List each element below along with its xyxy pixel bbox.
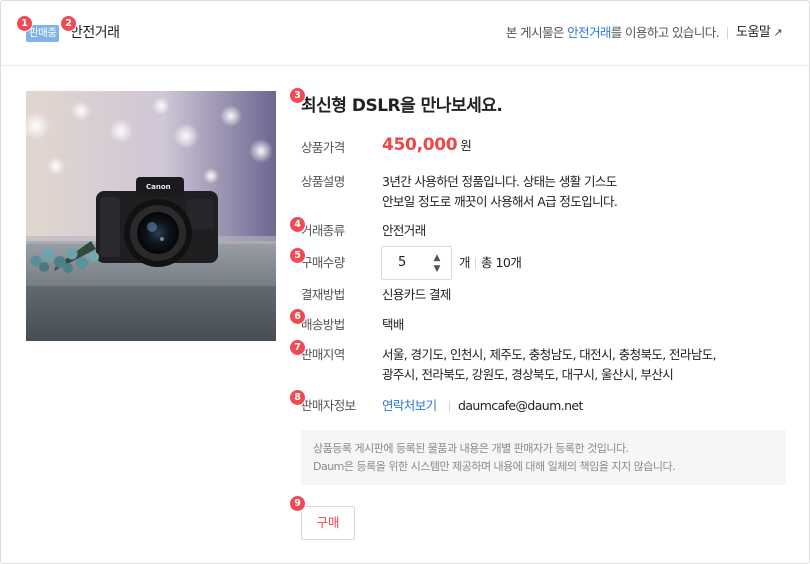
disclaimer-line-2: Daum은 등록을 위한 시스템만 제공하며 내용에 대해 일체의 책임을 지지… [313,460,676,473]
quantity-total: 총 10개 [481,255,522,270]
shipping-value: 택배 [382,317,404,332]
quantity-value[interactable]: 5 [398,254,406,272]
chevron-up-icon[interactable]: ▲ [430,253,444,263]
description-label: 상품설명 [301,174,345,189]
seller-divider [449,401,450,412]
safe-trade-panel: 판매중 안전거래 본 게시물은 안전거래를 이용하고 있습니다. 도움말 ↗ C… [0,0,810,564]
annotation-marker-5: 5 [290,248,305,263]
chevron-down-icon[interactable]: ▼ [430,264,444,274]
region-line-1: 서울, 경기도, 인천시, 제주도, 충청남도, 대전시, 충청북도, 전라남도… [382,347,717,362]
price-value: 450,000 [382,135,458,155]
description-value: 3년간 사용하던 정품입니다. 상태는 생활 기스도 안보일 정도로 깨끗이 사… [382,172,618,212]
region-value: 서울, 경기도, 인천시, 제주도, 충청남도, 대전시, 충청북도, 전라남도… [382,345,717,385]
quantity-divider [475,258,476,269]
price-row: 450,000 원 [382,135,472,156]
description-line-1: 3년간 사용하던 정품입니다. 상태는 생활 기스도 [382,174,617,189]
camera-photo-icon: Canon [26,91,276,341]
disclaimer-box: 상품등록 게시판에 등록된 물품과 내용은 개별 판매자가 등록한 것입니다. … [301,430,786,485]
disclaimer-line-1: 상품등록 게시판에 등록된 물품과 내용은 개별 판매자가 등록한 것입니다. [313,442,629,455]
shipping-label: 배송방법 [301,317,345,332]
page-title: 안전거래 [70,25,120,41]
annotation-marker-1: 1 [17,16,32,31]
price-unit: 원 [460,138,472,153]
notice-prefix: 본 게시물은 [505,25,568,40]
quantity-stepper[interactable]: 5 ▲ ▼ [381,246,452,280]
annotation-marker-3: 3 [290,88,305,103]
payment-label: 결재방법 [301,287,345,302]
help-link[interactable]: 도움말 ↗ [736,23,783,43]
quantity-label: 구매수량 [301,255,345,270]
header-divider [727,27,728,39]
annotation-marker-7: 7 [290,340,305,355]
header-notice: 본 게시물은 안전거래를 이용하고 있습니다. [505,24,720,42]
notice-suffix: 를 이용하고 있습니다. [610,25,720,40]
annotation-marker-9: 9 [290,496,305,511]
seller-label: 판매자정보 [301,398,356,413]
trade-type-label: 거래종류 [301,223,345,238]
product-title: 최신형 DSLR을 만나보세요. [301,96,503,116]
seller-contact-link[interactable]: 연락처보기 [382,396,437,416]
buy-button[interactable]: 구매 [301,506,355,540]
region-label: 판매지역 [301,347,345,362]
product-image: Canon [26,91,276,341]
svg-text:Canon: Canon [146,183,171,191]
notice-safe-trade-link[interactable]: 안전거래 [567,25,611,40]
trade-type-value: 안전거래 [382,223,426,238]
price-label: 상품가격 [301,140,345,155]
annotation-marker-2: 2 [61,16,76,31]
annotation-marker-6: 6 [290,309,305,324]
description-line-2: 안보일 정도로 깨끗이 사용해서 A급 정도입니다. [382,194,618,209]
annotation-marker-4: 4 [290,217,305,232]
seller-email: daumcafe@daum.net [458,398,583,413]
payment-value: 신용카드 결제 [382,287,451,302]
external-link-icon: ↗ [773,26,783,39]
quantity-unit: 개 [459,255,471,270]
region-line-2: 광주시, 전라북도, 강원도, 경상북도, 대구시, 울산시, 부산시 [382,367,674,382]
status-badge: 판매중 [26,25,60,42]
annotation-marker-8: 8 [290,390,305,405]
help-label: 도움말 [736,25,771,40]
panel-header: 판매중 안전거래 본 게시물은 안전거래를 이용하고 있습니다. 도움말 ↗ [1,1,809,66]
